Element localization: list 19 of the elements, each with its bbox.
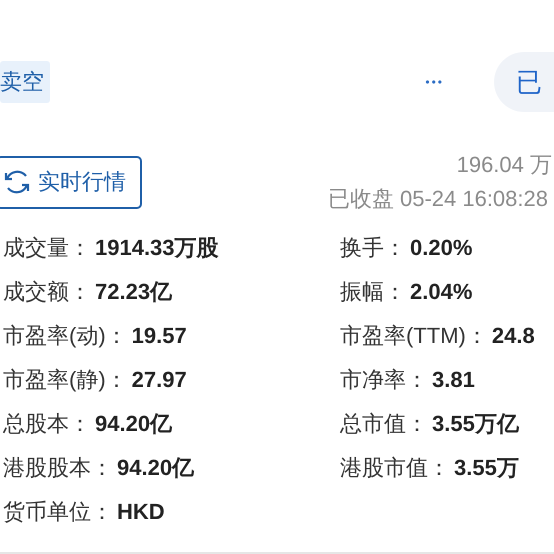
short-sell-tag: 卖空 <box>0 61 50 103</box>
stat-item: 市盈率(动)： 19.57 <box>3 322 188 350</box>
market-status: 已收盘 05-24 16:08:28 <box>328 185 548 213</box>
stat-item: 成交量： 1914.33万股 <box>3 234 220 262</box>
stat-item: 总市值： 3.55万亿 <box>340 410 520 438</box>
action-button[interactable]: 已 <box>494 52 554 112</box>
stat-item: 市盈率(静)： 27.97 <box>3 366 188 394</box>
stat-item: 货币单位： HKD <box>3 498 166 526</box>
more-button[interactable]: ••• <box>425 75 444 89</box>
stat-item: 总股本： 94.20亿 <box>3 410 174 438</box>
stat-item: 港股市值： 3.55万 <box>340 454 520 482</box>
volume-amount: 196.04 万 <box>456 151 552 179</box>
stat-item: 成交额： 72.23亿 <box>3 278 174 306</box>
stat-item: 振幅： 2.04% <box>340 278 474 306</box>
stat-item: 换手： 0.20% <box>340 234 474 262</box>
realtime-quote-button[interactable]: 实时行情 <box>0 156 142 208</box>
stat-item: 港股股本： 94.20亿 <box>3 454 196 482</box>
stat-item: 市净率： 3.81 <box>340 366 476 394</box>
stat-item: 市盈率(TTM)： 24.8 <box>340 322 536 350</box>
